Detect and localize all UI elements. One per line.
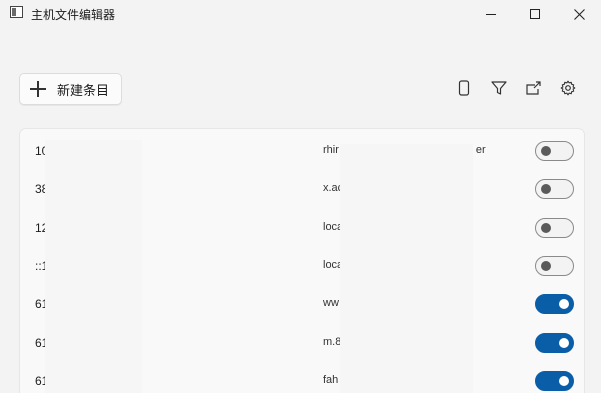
hostname: fah [323,374,339,386]
close-icon [573,8,585,20]
redaction-overlay [45,140,142,393]
toggle-knob [541,146,551,156]
hostname: m.8 [323,336,342,348]
plus-icon [30,81,46,97]
close-button[interactable] [556,0,601,28]
redaction-overlay [340,144,473,393]
minimize-button[interactable] [468,0,514,28]
app-icon [10,6,23,18]
settings-icon[interactable] [559,79,577,97]
enable-toggle[interactable] [535,294,574,314]
toggle-knob [541,261,551,271]
new-entry-button[interactable]: 新建条目 [19,73,122,105]
maximize-button[interactable] [512,0,558,28]
toggle-knob [559,376,569,386]
new-entry-label: 新建条目 [57,82,110,98]
toggle-knob [559,338,569,348]
device-icon[interactable] [455,79,473,97]
minimize-icon [486,13,496,15]
maximize-icon [530,9,540,19]
enable-toggle[interactable] [535,256,574,276]
enable-toggle[interactable] [535,218,574,238]
filter-icon[interactable] [490,79,508,97]
toggle-knob [541,223,551,233]
toggle-knob [559,299,569,309]
title-bar: 主机文件编辑器 [0,0,601,28]
hostname: ww [323,297,339,309]
enable-toggle[interactable] [535,179,574,199]
enable-toggle[interactable] [535,371,574,391]
export-icon[interactable] [524,79,542,97]
toggle-knob [541,184,551,194]
window-title: 主机文件编辑器 [31,8,116,22]
enable-toggle[interactable] [535,333,574,353]
enable-toggle[interactable] [535,141,574,161]
